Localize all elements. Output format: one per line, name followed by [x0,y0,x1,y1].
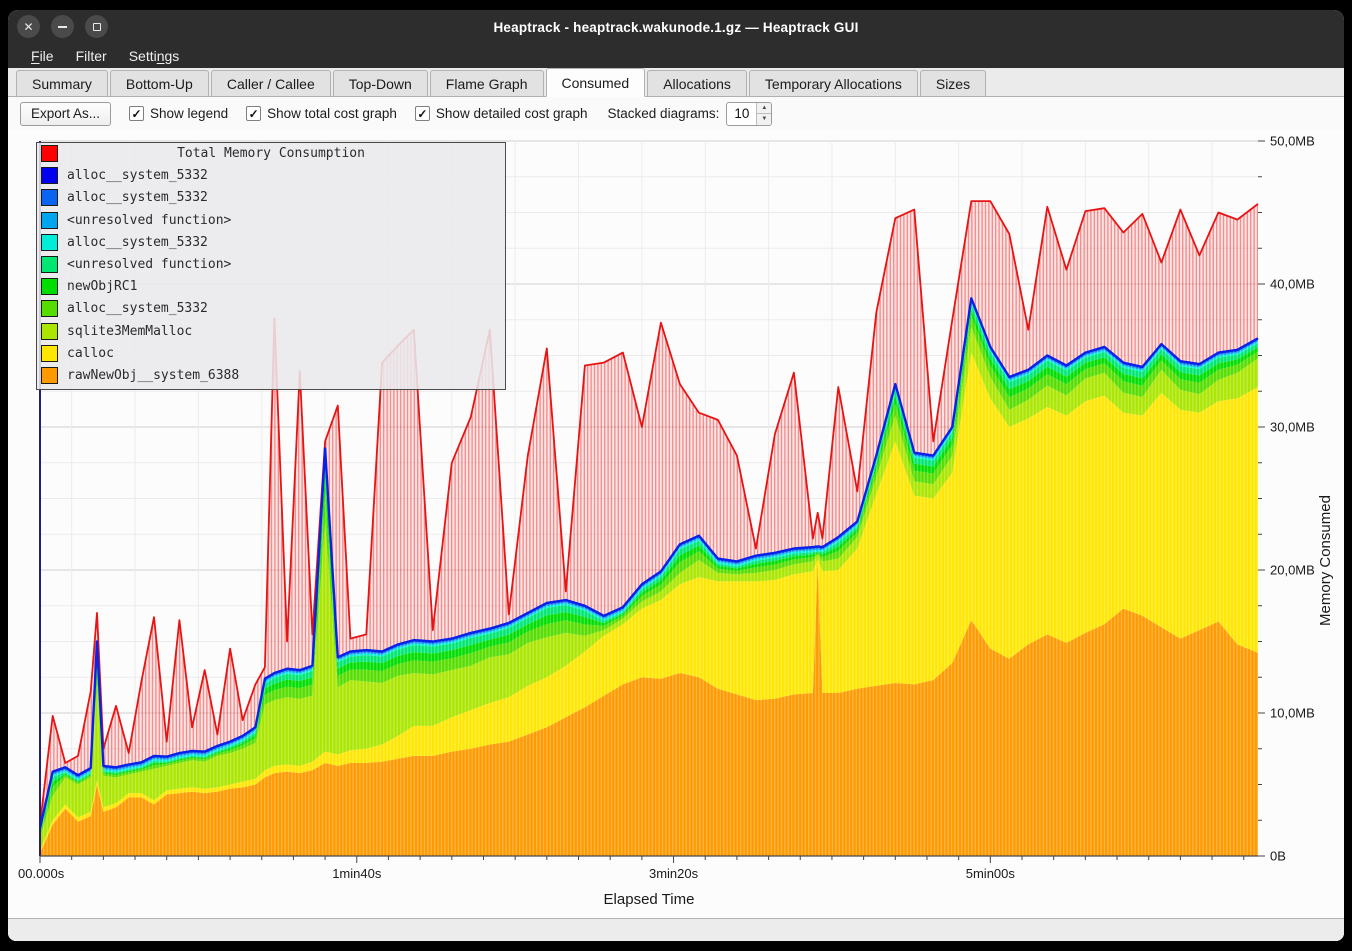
legend-label: rawNewObj__system_6388 [67,368,239,383]
legend-item: sqlite3MemMalloc [37,321,505,343]
spin-down-icon[interactable]: ▼ [757,114,771,125]
svg-text:50,0MB: 50,0MB [1270,134,1315,149]
legend-label: alloc__system_5332 [67,235,208,250]
svg-text:00.000s: 00.000s [18,866,65,881]
svg-text:Elapsed Time: Elapsed Time [604,891,695,908]
heaptrack-window: ✕ Heaptrack - heaptrack.wakunode.1.gz — … [8,10,1344,941]
legend-title: Total Memory Consumption [37,146,505,161]
tab-bottom-up[interactable]: Bottom-Up [110,70,209,96]
legend-item: alloc__system_5332 [37,165,505,187]
menu-filter[interactable]: Filter [67,46,116,66]
legend-label: <unresolved function> [67,213,231,228]
desktop-background: ✕ Heaptrack - heaptrack.wakunode.1.gz — … [0,0,1352,951]
spin-up-icon[interactable]: ▲ [757,103,771,115]
window-title: Heaptrack - heaptrack.wakunode.1.gz — He… [8,10,1344,44]
tab-consumed[interactable]: Consumed [546,68,646,97]
checkbox-check-icon[interactable]: ✓ [246,106,261,121]
stacked-diagrams-value[interactable]: 10 [727,103,756,125]
legend-swatch [41,234,58,251]
legend-item: calloc [37,343,505,365]
tab-sizes[interactable]: Sizes [920,70,986,96]
legend-item: <unresolved function> [37,210,505,232]
svg-text:40,0MB: 40,0MB [1270,277,1315,292]
legend-swatch [41,323,58,340]
export-as-button[interactable]: Export As... [20,102,111,126]
legend-label: alloc__system_5332 [67,190,208,205]
menu-settings[interactable]: Settings [120,46,189,66]
svg-text:0B: 0B [1270,849,1286,864]
chart-toolbar: Export As... ✓ Show legend ✓ Show total … [8,97,1344,130]
legend-swatch [41,300,58,317]
menu-bar: File Filter Settings [8,44,1344,68]
checkbox-label: Show detailed cost graph [436,106,588,121]
chart-legend: Total Memory Consumption alloc__system_5… [36,142,506,390]
tab-top-down[interactable]: Top-Down [333,70,428,96]
legend-label: newObjRC1 [67,279,137,294]
legend-label: calloc [67,346,114,361]
legend-item: alloc__system_5332 [37,232,505,254]
svg-text:10,0MB: 10,0MB [1270,706,1315,721]
checkbox-check-icon[interactable]: ✓ [415,106,430,121]
legend-swatch [41,212,58,229]
legend-swatch [41,367,58,384]
legend-item: rawNewObj__system_6388 [37,365,505,387]
checkbox-label: Show legend [150,106,228,121]
svg-text:5min00s: 5min00s [966,866,1016,881]
legend-label: alloc__system_5332 [67,168,208,183]
memory-consumption-chart: 00.000s 1min40s 3min20s 5min00s 0B 10,0MB 20,0… [8,130,1344,918]
stacked-diagrams-stepper[interactable]: 10 ▲ ▼ [726,102,772,126]
legend-item: alloc__system_5332 [37,298,505,320]
legend-swatch [41,189,58,206]
tab-caller-callee[interactable]: Caller / Callee [211,70,331,96]
tab-temporary-allocations[interactable]: Temporary Allocations [749,70,918,96]
tab-flame-graph[interactable]: Flame Graph [430,70,544,96]
stacked-diagrams-label: Stacked diagrams: [608,106,720,121]
svg-text:1min40s: 1min40s [332,866,382,881]
tab-summary[interactable]: Summary [16,70,108,96]
legend-item: <unresolved function> [37,254,505,276]
show-detailed-cost-checkbox[interactable]: ✓ Show detailed cost graph [415,106,588,121]
legend-swatch [41,345,58,362]
svg-text:20,0MB: 20,0MB [1270,563,1315,578]
svg-text:3min20s: 3min20s [649,866,699,881]
legend-label: alloc__system_5332 [67,301,208,316]
tab-bar: Summary Bottom-Up Caller / Callee Top-Do… [8,68,1344,97]
legend-swatch [41,256,58,273]
legend-label: sqlite3MemMalloc [67,324,192,339]
legend-label: <unresolved function> [67,257,231,272]
status-bar [8,918,1344,941]
legend-item: alloc__system_5332 [37,187,505,209]
menu-file[interactable]: File [22,46,63,66]
legend-title-row: Total Memory Consumption [37,143,505,165]
tab-allocations[interactable]: Allocations [647,70,747,96]
checkbox-label: Show total cost graph [267,106,397,121]
legend-swatch [41,167,58,184]
show-total-cost-checkbox[interactable]: ✓ Show total cost graph [246,106,397,121]
show-legend-checkbox[interactable]: ✓ Show legend [129,106,228,121]
title-bar[interactable]: ✕ Heaptrack - heaptrack.wakunode.1.gz — … [8,10,1344,44]
checkbox-check-icon[interactable]: ✓ [129,106,144,121]
svg-text:30,0MB: 30,0MB [1270,420,1315,435]
legend-item: newObjRC1 [37,276,505,298]
svg-text:Memory Consumed: Memory Consumed [1317,495,1334,626]
legend-swatch [41,278,58,295]
